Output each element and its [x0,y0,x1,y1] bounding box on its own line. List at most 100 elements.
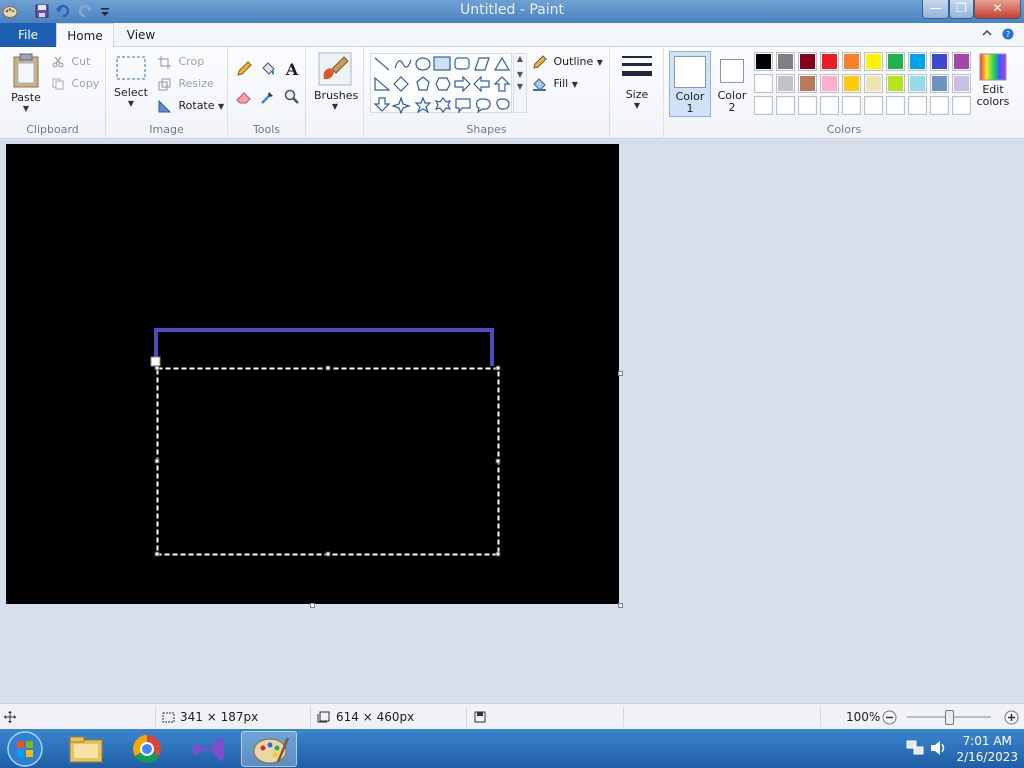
selection-handle[interactable] [495,458,501,464]
color-swatch[interactable] [820,96,839,115]
chrome-icon [133,735,161,763]
color-swatch[interactable] [886,52,905,71]
color-swatch[interactable] [820,74,839,93]
color-swatch-fill [822,98,837,113]
system-clock[interactable]: 7:01 AM 2/16/2023 [956,733,1018,765]
minimize-button[interactable]: — [922,0,949,19]
color-swatch[interactable] [952,74,971,93]
text-icon[interactable]: A [284,61,300,77]
color-swatch[interactable] [930,52,949,71]
shapes-gallery[interactable] [370,53,512,114]
color-swatch-fill [844,54,859,69]
copy-button[interactable]: Copy [52,75,99,93]
folder-icon [69,736,103,763]
color-swatch[interactable] [886,74,905,93]
select-button[interactable]: Select ▼ [112,55,150,108]
color-swatch[interactable] [952,96,971,115]
color-swatch[interactable] [776,96,795,115]
edit-colors-button[interactable]: Edit colors [972,53,1014,108]
taskbar-explorer[interactable] [58,731,114,767]
zoom-slider-thumb[interactable] [945,710,954,725]
color-swatch[interactable] [776,52,795,71]
color-palette [754,52,974,118]
shapes-scrollbar[interactable]: ▲ ▼ ▼ [513,53,527,113]
color-swatch[interactable] [754,74,773,93]
volume-icon[interactable] [930,740,948,756]
scroll-down-icon[interactable]: ▼ [514,70,526,79]
svg-text:?: ? [1006,30,1010,39]
resize-button[interactable]: Resize [158,75,214,93]
color-swatch[interactable] [864,74,883,93]
taskbar-chrome[interactable] [119,731,175,767]
color-swatch-fill [866,54,881,69]
color-swatch[interactable] [908,74,927,93]
selection-handle[interactable] [154,365,160,371]
selection-handle[interactable] [325,551,331,557]
color-swatch[interactable] [798,96,817,115]
tab-home[interactable]: Home [56,23,114,48]
help-icon[interactable]: ? [1002,28,1014,40]
network-icon[interactable] [906,740,924,756]
zoom-out-icon[interactable] [882,710,897,725]
selection-handle[interactable] [325,365,331,371]
color-swatch[interactable] [952,52,971,71]
maximize-button[interactable]: ❐ [949,0,974,19]
taskbar-visual-studio[interactable] [180,731,236,767]
pencil-icon[interactable] [236,61,252,77]
size-button[interactable]: Size ▼ [617,53,657,110]
color-swatch[interactable] [930,96,949,115]
color-swatch[interactable] [754,96,773,115]
color-swatch[interactable] [754,52,773,71]
rotate-button[interactable]: Rotate ▼ [158,97,224,115]
cut-button[interactable]: Cut [52,53,90,71]
selection-handle[interactable] [154,551,160,557]
selection-handle[interactable] [495,365,501,371]
canvas-resize-handle-corner[interactable] [618,603,623,608]
taskbar-paint[interactable] [241,731,297,767]
brushes-group: Brushes ▼ [306,47,364,139]
close-button[interactable]: ✕ [974,0,1021,19]
tab-view[interactable]: View [114,23,168,47]
canvas-resize-handle-bottom[interactable] [310,603,315,608]
selection-move-handle[interactable] [150,356,161,367]
canvas-resize-handle-right[interactable] [618,371,623,376]
tab-file[interactable]: File [0,23,56,47]
fill-label: Fill [553,77,569,90]
color-swatch[interactable] [842,52,861,71]
fill-bucket-icon[interactable] [260,61,276,77]
selection-handle[interactable] [154,458,160,464]
scroll-up-icon[interactable]: ▲ [514,54,526,63]
color-swatch[interactable] [820,52,839,71]
minimize-ribbon-icon[interactable] [982,28,992,38]
expand-gallery-icon[interactable]: ▼ [514,82,526,91]
brushes-button[interactable]: Brushes ▼ [314,52,358,111]
selection-rectangle[interactable] [156,367,500,556]
color-swatch[interactable] [776,74,795,93]
color-swatch[interactable] [864,96,883,115]
color-swatch[interactable] [842,74,861,93]
zoom-in-icon[interactable] [1004,710,1019,725]
color1-button[interactable]: Color 1 [669,51,711,117]
drawing-canvas[interactable] [6,144,619,604]
color-swatch[interactable] [798,52,817,71]
color-swatch[interactable] [842,96,861,115]
color-swatch-fill [800,76,815,91]
start-button-icon[interactable] [6,730,44,768]
paste-button[interactable]: Paste ▼ [6,52,46,113]
rectangle-shape-icon [433,56,451,71]
crop-button[interactable]: Crop [158,53,204,71]
color-swatch[interactable] [908,52,927,71]
color2-button[interactable]: Color 2 [714,51,750,117]
selection-handle[interactable] [495,551,501,557]
color-swatch[interactable] [798,74,817,93]
color-swatch[interactable] [886,96,905,115]
color-swatch[interactable] [864,52,883,71]
fill-button[interactable]: Fill ▼ [532,75,578,93]
color-swatch[interactable] [908,96,927,115]
eraser-icon[interactable] [236,89,252,105]
color-picker-icon[interactable] [260,89,276,105]
rotate-label: Rotate [178,99,215,112]
color-swatch[interactable] [930,74,949,93]
magnifier-icon[interactable] [284,89,300,105]
outline-button[interactable]: Outline ▼ [532,53,603,71]
